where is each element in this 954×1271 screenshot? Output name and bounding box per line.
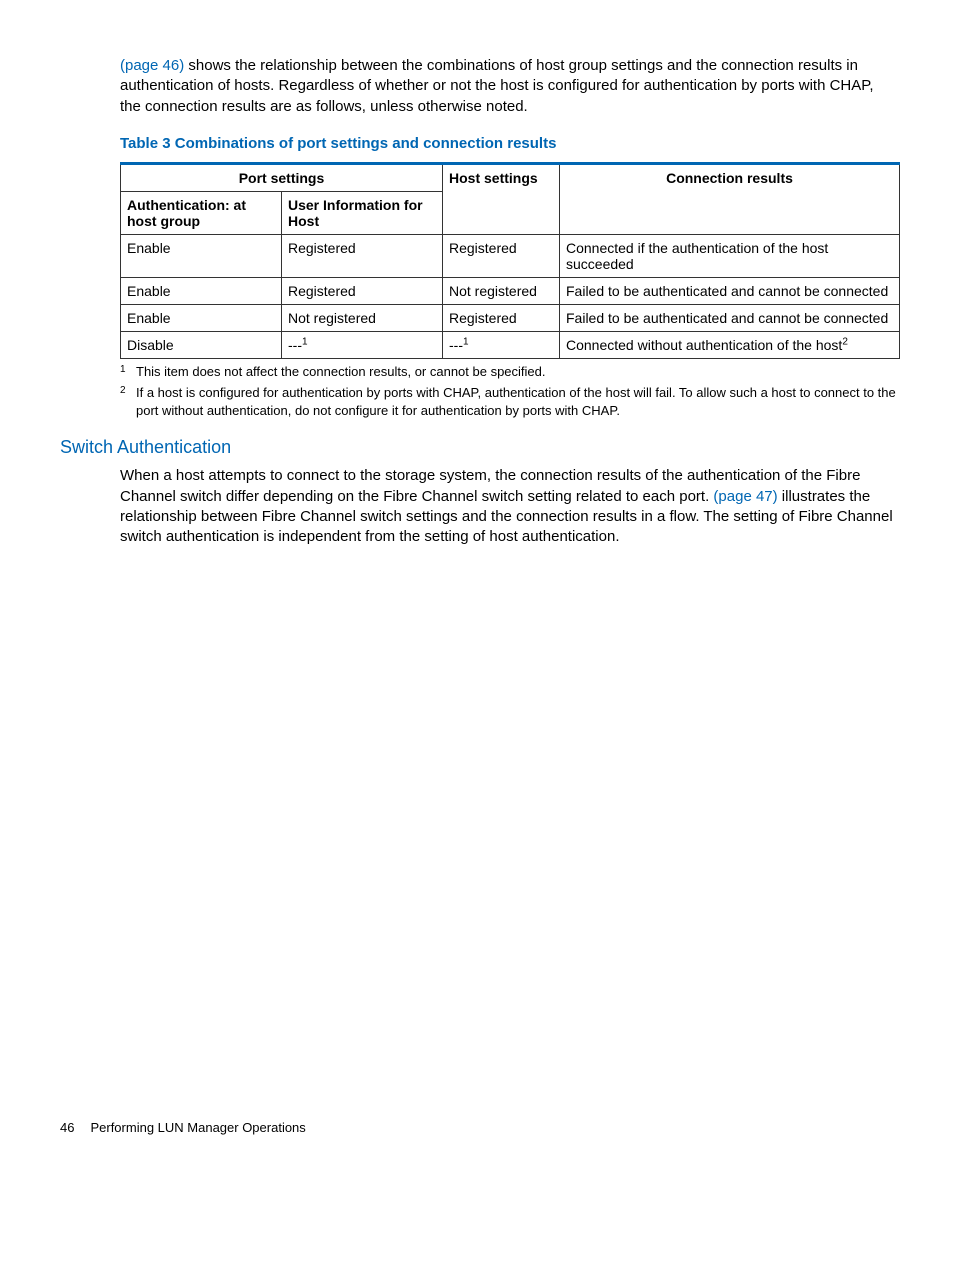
footnote-text: This item does not affect the connection…	[134, 363, 900, 381]
footer-title: Performing LUN Manager Operations	[90, 1120, 305, 1135]
cell-user: ---1	[282, 331, 443, 358]
table-caption: Table 3 Combinations of port settings an…	[60, 135, 894, 152]
footnote-2: 2 If a host is configured for authentica…	[120, 384, 900, 419]
table-row: Enable Registered Not registered Failed …	[121, 277, 900, 304]
intro-text: shows the relationship between the combi…	[120, 57, 874, 115]
footnotes: 1 This item does not affect the connecti…	[120, 363, 900, 420]
cell-host: Not registered	[443, 277, 560, 304]
cell-user: Registered	[282, 277, 443, 304]
th-auth: Authentication: at host group	[121, 191, 282, 234]
footnote-number: 1	[120, 363, 134, 381]
page-number: 46	[60, 1120, 74, 1135]
cell-auth: Enable	[121, 277, 282, 304]
footnote-text: If a host is configured for authenticati…	[134, 384, 900, 419]
cell-conn: Connected if the authentication of the h…	[560, 234, 900, 277]
intro-paragraph: (page 46) shows the relationship between…	[60, 56, 894, 117]
cell-conn: Failed to be authenticated and cannot be…	[560, 277, 900, 304]
intro-link[interactable]: (page 46)	[120, 57, 184, 74]
th-connection-results: Connection results	[560, 163, 900, 234]
cell-auth: Enable	[121, 234, 282, 277]
footnote-number: 2	[120, 384, 134, 419]
cell-host: Registered	[443, 234, 560, 277]
cell-conn: Failed to be authenticated and cannot be…	[560, 304, 900, 331]
th-host-settings: Host settings	[443, 163, 560, 234]
cell-host: ---1	[443, 331, 560, 358]
section-paragraph: When a host attempts to connect to the s…	[60, 466, 894, 547]
settings-table: Port settings Host settings Connection r…	[120, 162, 900, 359]
footnote-1: 1 This item does not affect the connecti…	[120, 363, 900, 381]
cell-user: Registered	[282, 234, 443, 277]
section-link[interactable]: (page 47)	[713, 488, 777, 505]
page-footer: 46 Performing LUN Manager Operations	[60, 1120, 306, 1135]
cell-conn: Connected without authentication of the …	[560, 331, 900, 358]
cell-host: Registered	[443, 304, 560, 331]
section-heading: Switch Authentication	[60, 437, 894, 458]
table-row: Enable Registered Registered Connected i…	[121, 234, 900, 277]
cell-auth: Enable	[121, 304, 282, 331]
table-row: Disable ---1 ---1 Connected without auth…	[121, 331, 900, 358]
th-user-info: User Information for Host	[282, 191, 443, 234]
cell-user: Not registered	[282, 304, 443, 331]
table-row: Enable Not registered Registered Failed …	[121, 304, 900, 331]
th-port-settings: Port settings	[121, 163, 443, 191]
cell-auth: Disable	[121, 331, 282, 358]
